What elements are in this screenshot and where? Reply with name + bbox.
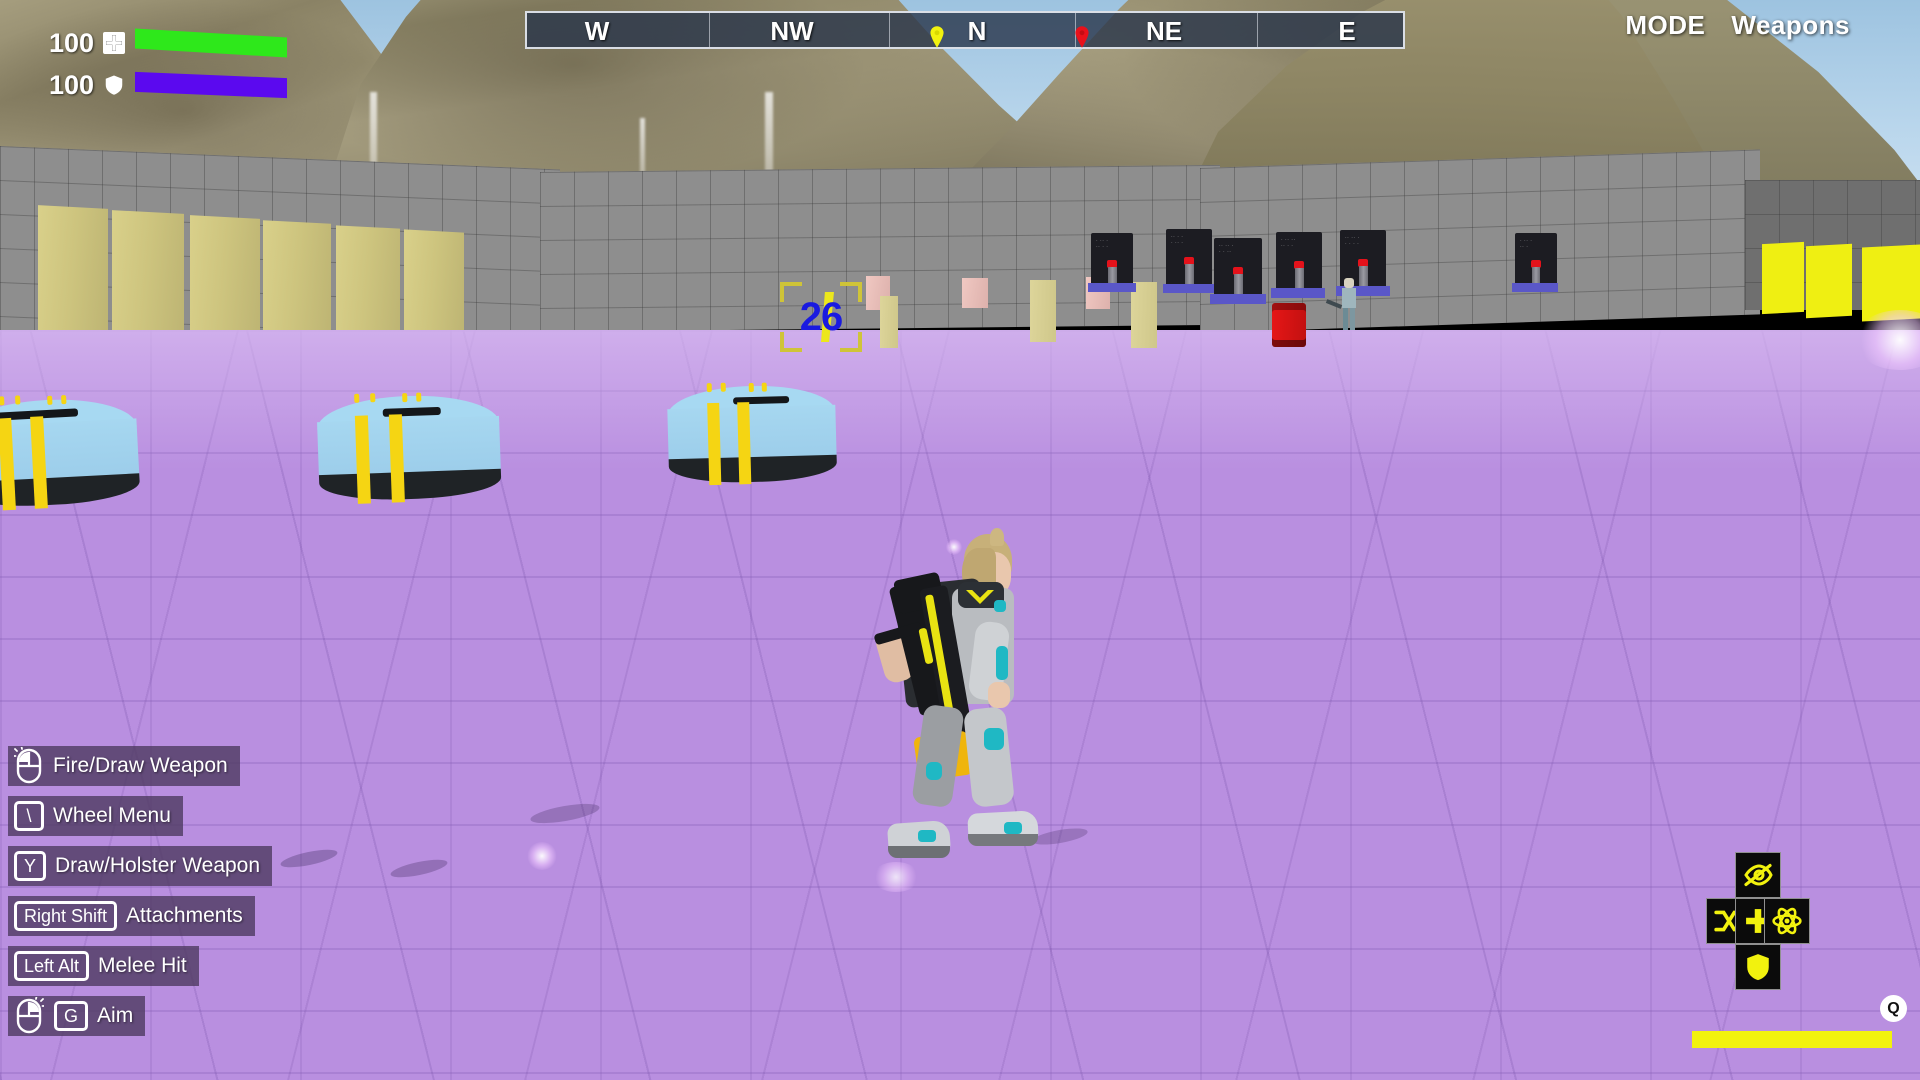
ammo-value: 26 (799, 294, 844, 339)
key-hint-melee-hit[interactable]: Left Alt Melee Hit (8, 946, 199, 986)
red-canister (1272, 303, 1306, 347)
compass-bar: W NW N NE E (525, 11, 1405, 49)
pickup-glow (527, 842, 557, 870)
player-hand (988, 682, 1010, 708)
health-bar-fill (135, 28, 287, 58)
mode-indicator: MODE Weapons (1625, 10, 1850, 41)
key-hint-aim[interactable]: G Aim (8, 996, 146, 1036)
mode-value: Weapons (1731, 10, 1850, 40)
wall-panel-yellow (1806, 243, 1852, 319)
player-accent (996, 646, 1008, 680)
player-accent (994, 600, 1006, 612)
target-machine-base (1210, 294, 1266, 304)
player-character (860, 528, 1040, 890)
shield-icon (102, 73, 126, 97)
key-hint-attachments[interactable]: Right Shift Attachments (8, 896, 255, 936)
target-machine: · ·· ·· ·· · · (1276, 232, 1322, 290)
target-machine: · ·· · ·· · · (1091, 233, 1133, 287)
shield-value: 100 (48, 69, 94, 100)
key-hint-label: Melee Hit (98, 954, 187, 977)
compass-tick (889, 13, 890, 47)
key-hint-wheel-menu[interactable]: \ Wheel Menu (8, 796, 183, 836)
compass-direction-nw: NW (770, 16, 814, 46)
key-hint-label: Fire/Draw Weapon (53, 754, 228, 777)
waypoint-pin-yellow-icon (930, 25, 945, 53)
game-viewport: · ·· · ·· · · ·· · · · ·· · ·· ·· · · · ·· … (0, 0, 1920, 1080)
pink-crate (962, 278, 988, 308)
medkit-cross-icon (102, 31, 126, 55)
compass-tick (709, 13, 710, 47)
player-hair-tuft (990, 528, 1004, 546)
compass-direction-n: N (967, 16, 987, 46)
key-cap-right-shift: Right Shift (14, 901, 118, 931)
player-leg-back (911, 703, 965, 809)
floor-haze (0, 330, 1920, 470)
key-cap-y: Y (14, 851, 47, 881)
training-barrier (666, 382, 838, 486)
tan-pillar (1030, 280, 1056, 342)
compass-direction-ne: NE (1145, 16, 1183, 46)
key-hint-fire-draw-weapon[interactable]: Fire/Draw Weapon (8, 746, 240, 786)
player-knee-accent (926, 762, 942, 780)
player-leg-front (962, 706, 1016, 808)
key-hint-draw-holster-weapon[interactable]: Y Draw/Holster Weapon (8, 846, 273, 886)
key-hints-panel: Fire/Draw Weapon \ Wheel Menu Y Draw/Hol… (8, 746, 273, 1036)
health-value: 100 (48, 27, 94, 58)
mod-tile-shield[interactable] (1735, 944, 1781, 990)
target-machine: ·· · · · ·· · (1166, 229, 1212, 287)
mod-tile-atom[interactable] (1764, 898, 1810, 944)
health-stat-row: 100 (38, 28, 287, 58)
quick-slot-key-badge: Q (1880, 995, 1907, 1022)
mod-tile-eye-slash[interactable] (1735, 852, 1781, 898)
player-boot-back-sole (888, 846, 950, 858)
shield-bar-fill (135, 71, 287, 99)
player-boot-front-sole (968, 834, 1038, 846)
eye-slash-icon (1744, 863, 1773, 887)
weapon-progress-fill (1692, 1031, 1892, 1048)
weapon-mod-cluster (1706, 852, 1810, 996)
key-cap-left-alt: Left Alt (14, 951, 90, 981)
compass-direction-w: W (584, 16, 610, 46)
key-hint-label: Aim (97, 1004, 134, 1027)
compass-direction-e: E (1338, 16, 1356, 46)
mouse-left-click-icon (12, 746, 44, 785)
target-machine: ·· ·· · · · ·· (1214, 238, 1262, 296)
compass-tick (1257, 13, 1258, 47)
target-machine-base (1512, 283, 1558, 292)
weapon-progress-bar (1692, 1031, 1892, 1048)
health-bar (135, 28, 287, 58)
key-cap-g: G (54, 1001, 89, 1031)
target-machine-base (1163, 284, 1215, 293)
mouse-right-click-icon (14, 996, 46, 1035)
target-machine-base (1271, 288, 1325, 298)
target-machine-base (1088, 283, 1136, 292)
key-hint-label: Wheel Menu (53, 804, 171, 827)
key-cap-backslash: \ (14, 801, 44, 831)
shield-stat-row: 100 (38, 70, 287, 100)
key-hint-label: Attachments (126, 904, 243, 927)
training-barrier (316, 392, 502, 504)
mode-label: MODE (1625, 10, 1706, 40)
waypoint-pin-red-icon (1075, 25, 1090, 53)
wall-panel (38, 205, 108, 349)
atom-icon (1772, 907, 1802, 935)
tan-pillar (880, 296, 898, 348)
wall-panel-yellow (1762, 241, 1804, 315)
player-boot-accent (918, 830, 936, 842)
player-knee-accent (984, 728, 1004, 750)
target-machine: · ·· · ·· · (1515, 233, 1557, 287)
shield-bar (135, 71, 287, 99)
training-barrier (0, 394, 141, 511)
player-stats-panel: 100 100 (38, 28, 287, 112)
npc-dummy (1325, 278, 1360, 334)
shield-icon (1747, 954, 1769, 981)
player-boot-accent (1004, 822, 1022, 834)
key-hint-label: Draw/Holster Weapon (55, 854, 261, 877)
ammo-counter: 26 (780, 282, 862, 352)
